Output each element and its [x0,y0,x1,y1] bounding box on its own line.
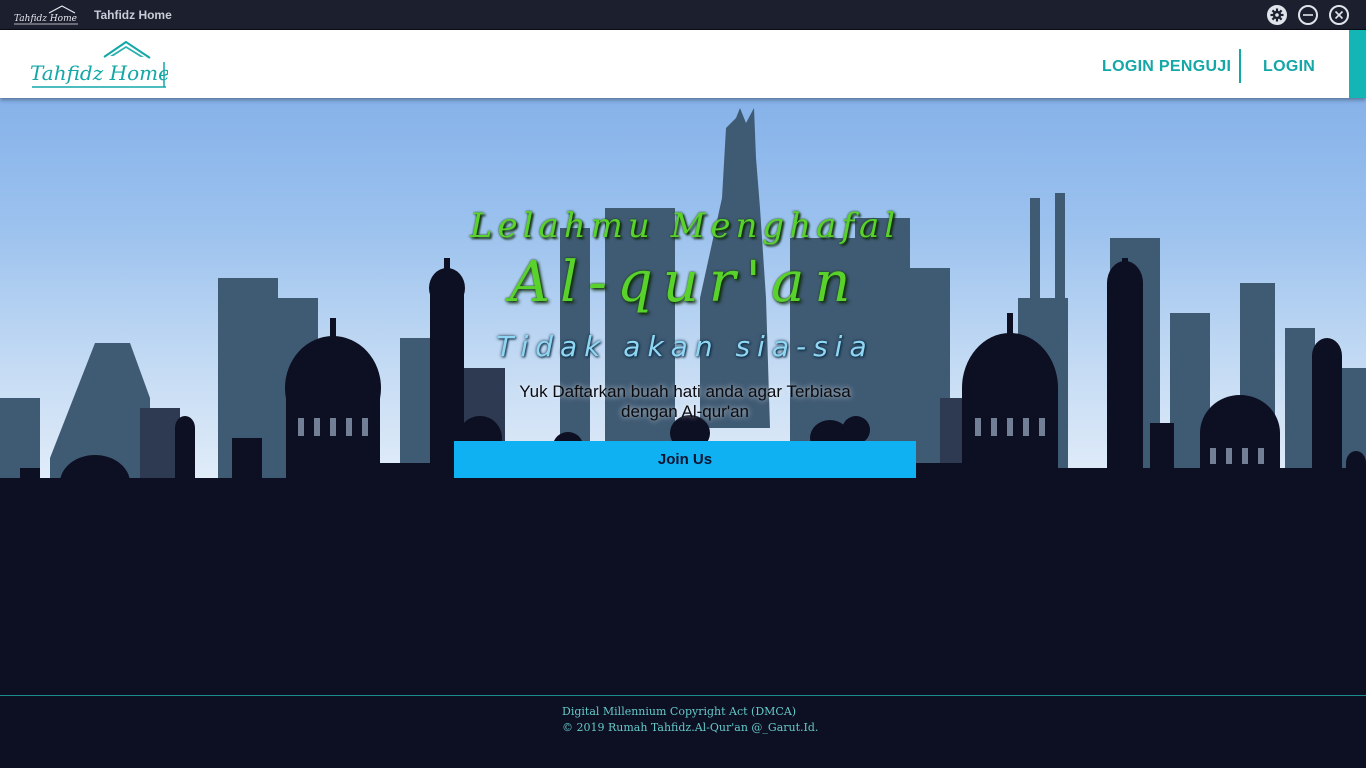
hero-tagline: Tidak akan sia-sia [496,330,874,363]
brand-logo-icon[interactable]: Tahfidz Home [28,36,168,94]
footer: Digital Millennium Copyright Act (DMCA) … [0,695,1366,768]
footer-copyright: © 2019 Rumah Tahfidz.Al-Qur'an @_Garut.I… [562,721,819,734]
settings-button[interactable] [1267,5,1287,25]
join-us-button[interactable]: Join Us [454,441,916,478]
nav-login[interactable]: LOGIN [1263,58,1315,76]
hero-subtext-line1: Yuk Daftarkan buah hati anda agar Terbia… [519,382,851,401]
close-icon [1334,10,1344,20]
hero-subtext: Yuk Daftarkan buah hati anda agar Terbia… [440,382,930,422]
footer-dmca-link[interactable]: Digital Millennium Copyright Act (DMCA) [562,705,796,718]
close-button[interactable] [1329,5,1349,25]
settings-icon [1270,8,1284,22]
hero-headline-line1: Lelahmu Menghafal [469,206,901,246]
hero-subtext-line2: dengan Al-qur'an [620,402,749,421]
nav-divider [1239,49,1241,83]
nav-login-penguji[interactable]: LOGIN PENGUJI [1102,58,1231,76]
app-logo-icon: Tahfidz Home [14,5,78,25]
nav-accent-bar [1349,30,1366,98]
hero-banner: Lelahmu Menghafal Al-qur'an Tidak akan s… [0,98,1366,695]
minimize-icon [1303,14,1313,16]
svg-text:Tahfidz Home: Tahfidz Home [14,14,77,24]
minimize-button[interactable] [1298,5,1318,25]
window-title: Tahfidz Home [94,8,172,22]
window-title-bar: Tahfidz Home Tahfidz Home [0,0,1366,30]
hero-headline-line2: Al-qur'an [509,250,861,315]
svg-text:Tahfidz Home: Tahfidz Home [30,61,168,85]
top-navbar: Tahfidz Home LOGIN PENGUJI LOGIN [0,30,1366,98]
